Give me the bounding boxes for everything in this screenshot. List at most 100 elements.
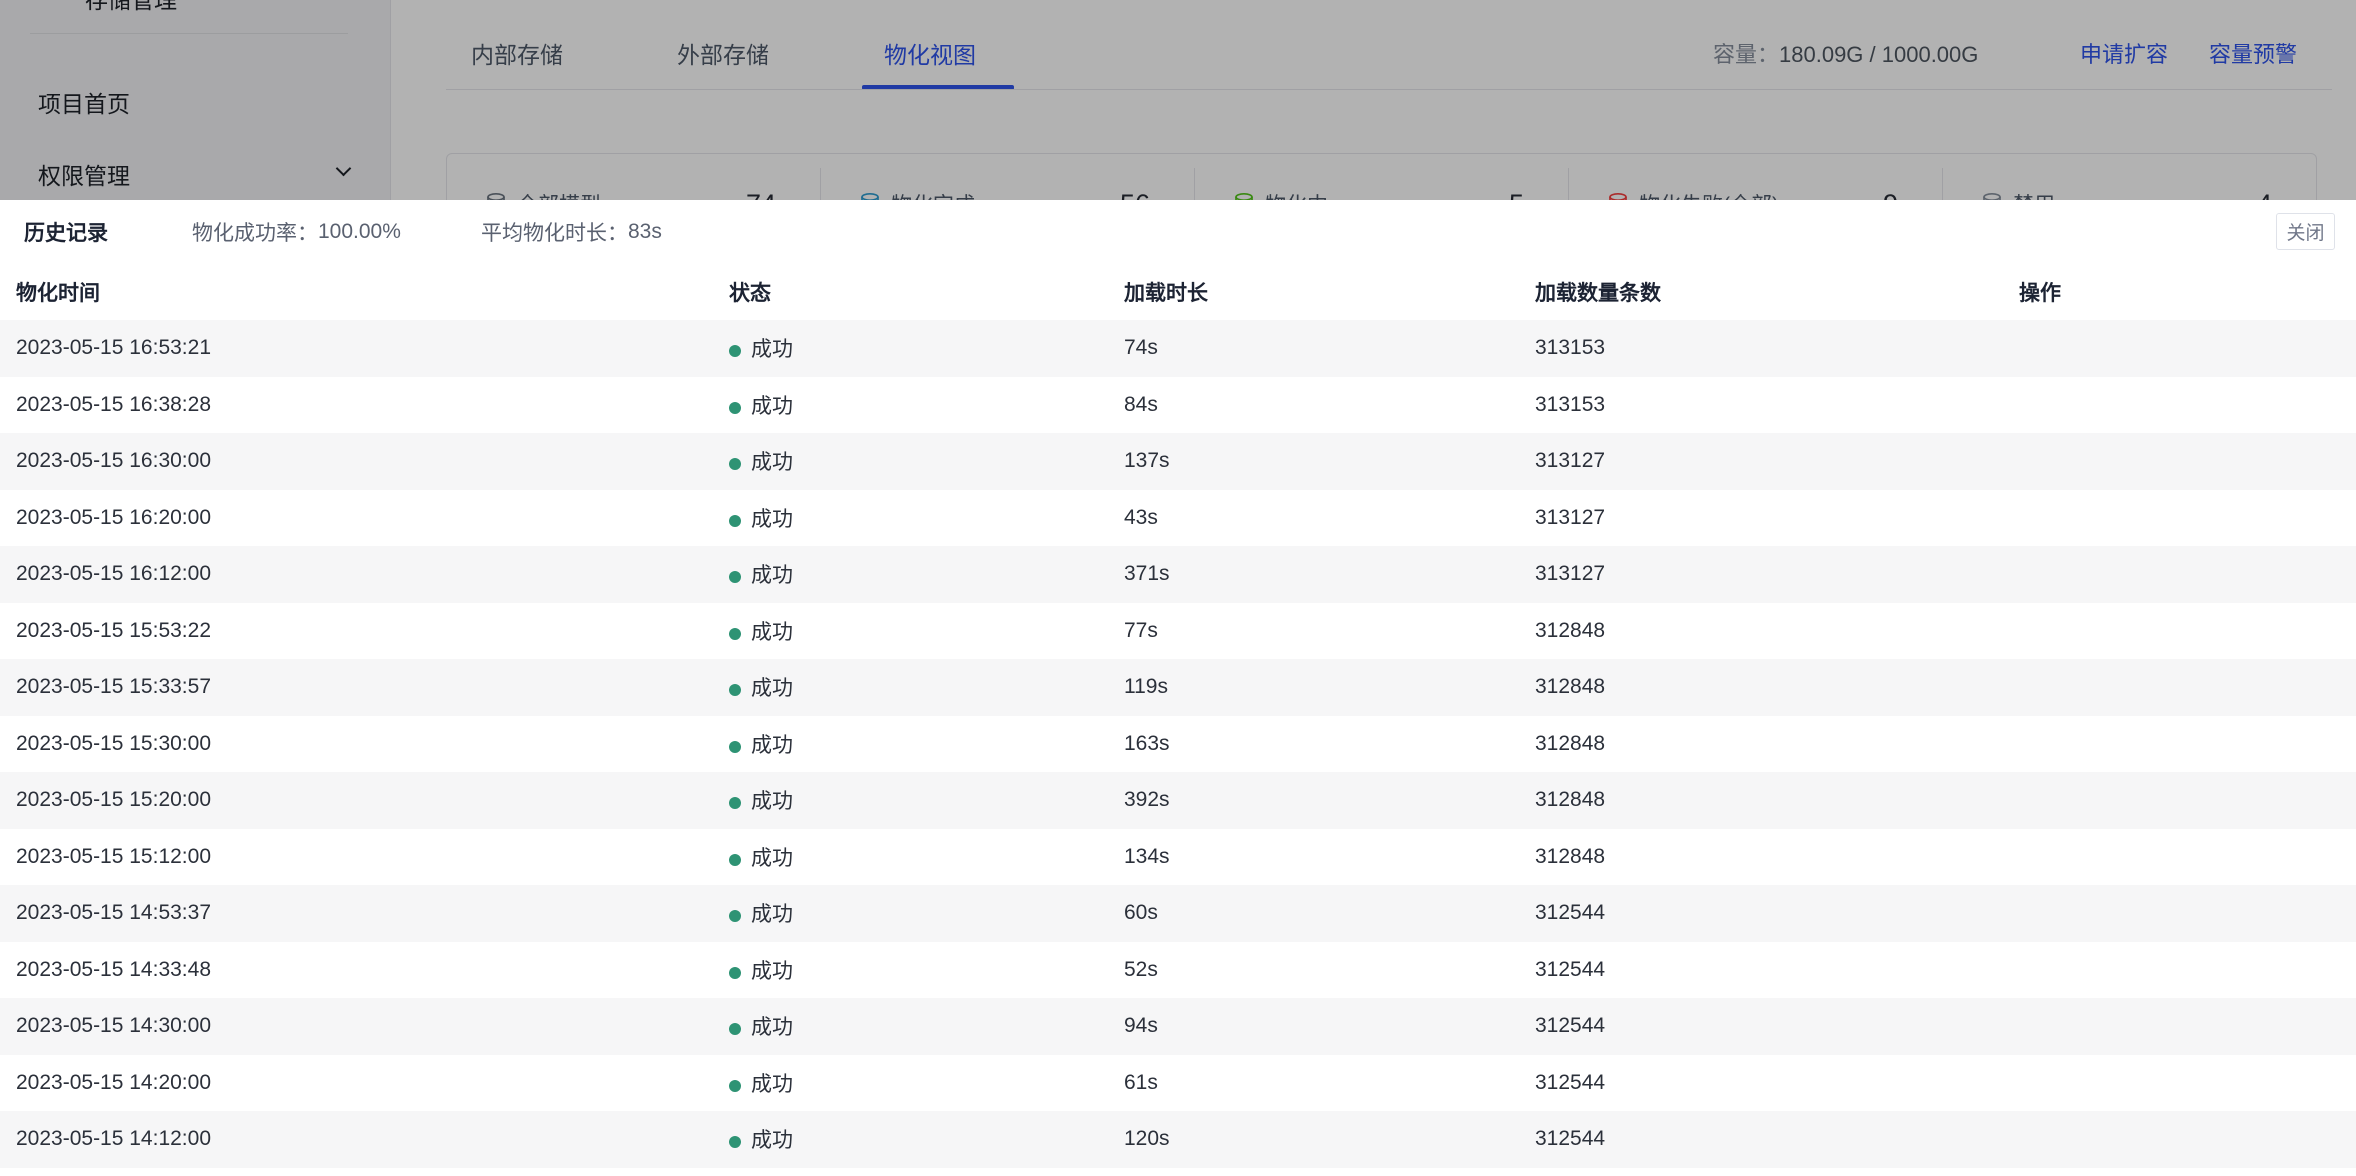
cell-duration: 60s [1124, 901, 1158, 925]
cell-time: 2023-05-15 14:30:00 [16, 1014, 211, 1038]
cell-time: 2023-05-15 16:20:00 [16, 506, 211, 530]
cell-duration: 120s [1124, 1127, 1170, 1151]
success-dot-icon [729, 1080, 741, 1092]
success-dot-icon [729, 1023, 741, 1035]
close-button[interactable]: 关闭 [2276, 213, 2335, 250]
table-row: 2023-05-15 14:33:48 成功 52s 312544 [0, 942, 2356, 999]
table-header: 物化时间 状态 加载时长 加载数量条数 操作 [0, 263, 2356, 321]
cell-duration: 137s [1124, 449, 1170, 473]
success-dot-icon [729, 515, 741, 527]
cell-time: 2023-05-15 16:12:00 [16, 562, 211, 586]
cell-status: 成功 [729, 333, 793, 363]
success-rate-value: 100.00% [318, 220, 401, 244]
table-row: 2023-05-15 14:20:00 成功 61s 312544 [0, 1055, 2356, 1112]
success-dot-icon [729, 1136, 741, 1148]
cell-duration: 392s [1124, 788, 1170, 812]
success-dot-icon [729, 402, 741, 414]
cell-status: 成功 [729, 446, 793, 476]
history-panel: 历史记录 物化成功率：100.00% 平均物化时长：83s 关闭 物化时间 状态… [0, 200, 2356, 1176]
cell-time: 2023-05-15 15:20:00 [16, 788, 211, 812]
cell-time: 2023-05-15 16:38:28 [16, 393, 211, 417]
table-row: 2023-05-15 14:53:37 成功 60s 312544 [0, 885, 2356, 942]
status-text: 成功 [751, 564, 793, 587]
cell-time: 2023-05-15 15:33:57 [16, 675, 211, 699]
success-dot-icon [729, 967, 741, 979]
status-text: 成功 [751, 1073, 793, 1096]
cell-status: 成功 [729, 390, 793, 420]
table-row: 2023-05-15 16:38:28 成功 84s 313153 [0, 377, 2356, 434]
success-rate-label: 物化成功率： [192, 217, 318, 247]
table-row: 2023-05-15 15:30:00 成功 163s 312848 [0, 716, 2356, 773]
table-row: 2023-05-15 14:12:00 成功 120s 312544 [0, 1111, 2356, 1168]
table-row: 2023-05-15 16:20:00 成功 43s 313127 [0, 490, 2356, 547]
table-row: 2023-05-15 15:20:00 成功 392s 312848 [0, 772, 2356, 829]
table-row: 2023-05-15 15:12:00 成功 134s 312848 [0, 829, 2356, 886]
success-dot-icon [729, 458, 741, 470]
status-text: 成功 [751, 960, 793, 983]
col-status: 状态 [729, 277, 771, 307]
table-row: 2023-05-15 14:30:00 成功 94s 312544 [0, 998, 2356, 1055]
status-text: 成功 [751, 677, 793, 700]
col-time: 物化时间 [16, 277, 100, 307]
avg-duration-label: 平均物化时长： [481, 217, 628, 247]
cell-status: 成功 [729, 503, 793, 533]
status-text: 成功 [751, 451, 793, 474]
success-dot-icon [729, 684, 741, 696]
status-text: 成功 [751, 621, 793, 644]
success-dot-icon [729, 741, 741, 753]
cell-status: 成功 [729, 955, 793, 985]
cell-time: 2023-05-15 14:12:00 [16, 1127, 211, 1151]
table-row: 2023-05-15 15:33:57 成功 119s 312848 [0, 659, 2356, 716]
cell-time: 2023-05-15 14:53:37 [16, 901, 211, 925]
cell-time: 2023-05-15 14:20:00 [16, 1071, 211, 1095]
cell-count: 312848 [1535, 845, 1605, 869]
cell-count: 312544 [1535, 1071, 1605, 1095]
cell-duration: 43s [1124, 506, 1158, 530]
success-dot-icon [729, 571, 741, 583]
success-dot-icon [729, 797, 741, 809]
cell-count: 312544 [1535, 1127, 1605, 1151]
cell-duration: 371s [1124, 562, 1170, 586]
avg-duration: 平均物化时长：83s [481, 200, 662, 263]
cell-count: 312848 [1535, 732, 1605, 756]
cell-count: 312544 [1535, 958, 1605, 982]
cell-status: 成功 [729, 672, 793, 702]
cell-count: 312544 [1535, 901, 1605, 925]
success-rate: 物化成功率：100.00% [192, 200, 401, 263]
cell-status: 成功 [729, 616, 793, 646]
status-text: 成功 [751, 903, 793, 926]
cell-count: 313127 [1535, 562, 1605, 586]
cell-duration: 163s [1124, 732, 1170, 756]
status-text: 成功 [751, 508, 793, 531]
cell-status: 成功 [729, 842, 793, 872]
cell-time: 2023-05-15 15:30:00 [16, 732, 211, 756]
table-row: 2023-05-15 16:53:21 成功 74s 313153 [0, 320, 2356, 377]
cell-time: 2023-05-15 15:12:00 [16, 845, 211, 869]
success-dot-icon [729, 628, 741, 640]
cell-duration: 119s [1124, 675, 1168, 699]
col-action: 操作 [2019, 277, 2061, 307]
status-text: 成功 [751, 1016, 793, 1039]
cell-time: 2023-05-15 14:33:48 [16, 958, 211, 982]
cell-duration: 77s [1124, 619, 1158, 643]
status-text: 成功 [751, 338, 793, 361]
cell-time: 2023-05-15 16:30:00 [16, 449, 211, 473]
status-text: 成功 [751, 790, 793, 813]
table-body: 2023-05-15 16:53:21 成功 74s 313153 2023-0… [0, 320, 2356, 1168]
status-text: 成功 [751, 1129, 793, 1152]
cell-duration: 52s [1124, 958, 1158, 982]
panel-title: 历史记录 [24, 200, 108, 263]
success-dot-icon [729, 910, 741, 922]
cell-count: 313153 [1535, 393, 1605, 417]
status-text: 成功 [751, 734, 793, 757]
cell-status: 成功 [729, 559, 793, 589]
cell-count: 313153 [1535, 336, 1605, 360]
cell-count: 313127 [1535, 506, 1605, 530]
table-row: 2023-05-15 16:12:00 成功 371s 313127 [0, 546, 2356, 603]
cell-status: 成功 [729, 1124, 793, 1154]
col-count: 加载数量条数 [1535, 277, 1661, 307]
cell-time: 2023-05-15 16:53:21 [16, 336, 211, 360]
table-row: 2023-05-15 15:53:22 成功 77s 312848 [0, 603, 2356, 660]
cell-status: 成功 [729, 1011, 793, 1041]
cell-status: 成功 [729, 785, 793, 815]
